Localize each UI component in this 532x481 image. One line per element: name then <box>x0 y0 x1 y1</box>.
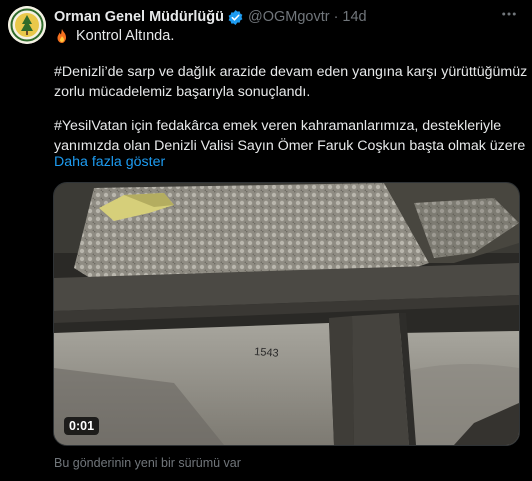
fire-icon <box>54 28 70 44</box>
tweet-text-line: #YesilVatan için fedakârca emek veren ka… <box>54 118 502 134</box>
status-text: Kontrol Altında. <box>76 28 175 44</box>
edited-version-note[interactable]: Bu gönderinin yeni bir sürümü var <box>54 456 241 470</box>
separator-dot: · <box>333 9 339 25</box>
tweet-card[interactable]: Orman Genel Müdürlüğü @OGMgovtr · 14d Ko… <box>0 0 532 481</box>
video-duration-badge: 0:01 <box>64 417 100 435</box>
tweet-text-line: #Denizli’de sarp ve dağlık arazide devam… <box>54 64 528 80</box>
video-frame: 1543 <box>54 183 519 445</box>
video-player[interactable]: 1543 0:01 <box>53 182 520 446</box>
verified-badge-icon <box>227 9 244 26</box>
avatar[interactable] <box>8 6 46 44</box>
more-options-icon[interactable] <box>500 5 518 28</box>
tweet-timestamp[interactable]: 14d <box>342 9 366 25</box>
status-line: Kontrol Altında. <box>54 28 174 44</box>
tweet-text-line: zorlu mücadelemiz başarıyla sonuçlandı. <box>54 84 311 100</box>
ogm-logo-icon <box>8 6 46 44</box>
cockpit-marking: 1543 <box>254 346 279 360</box>
author-handle[interactable]: @OGMgovtr <box>248 9 330 25</box>
author-display-name[interactable]: Orman Genel Müdürlüğü <box>54 9 224 25</box>
tweet-header: Orman Genel Müdürlüğü @OGMgovtr · 14d <box>54 7 522 27</box>
tweet-text-line: yanımızda olan Denizli Valisi Sayın Ömer… <box>54 138 526 154</box>
show-more-link[interactable]: Daha fazla göster <box>54 154 165 170</box>
